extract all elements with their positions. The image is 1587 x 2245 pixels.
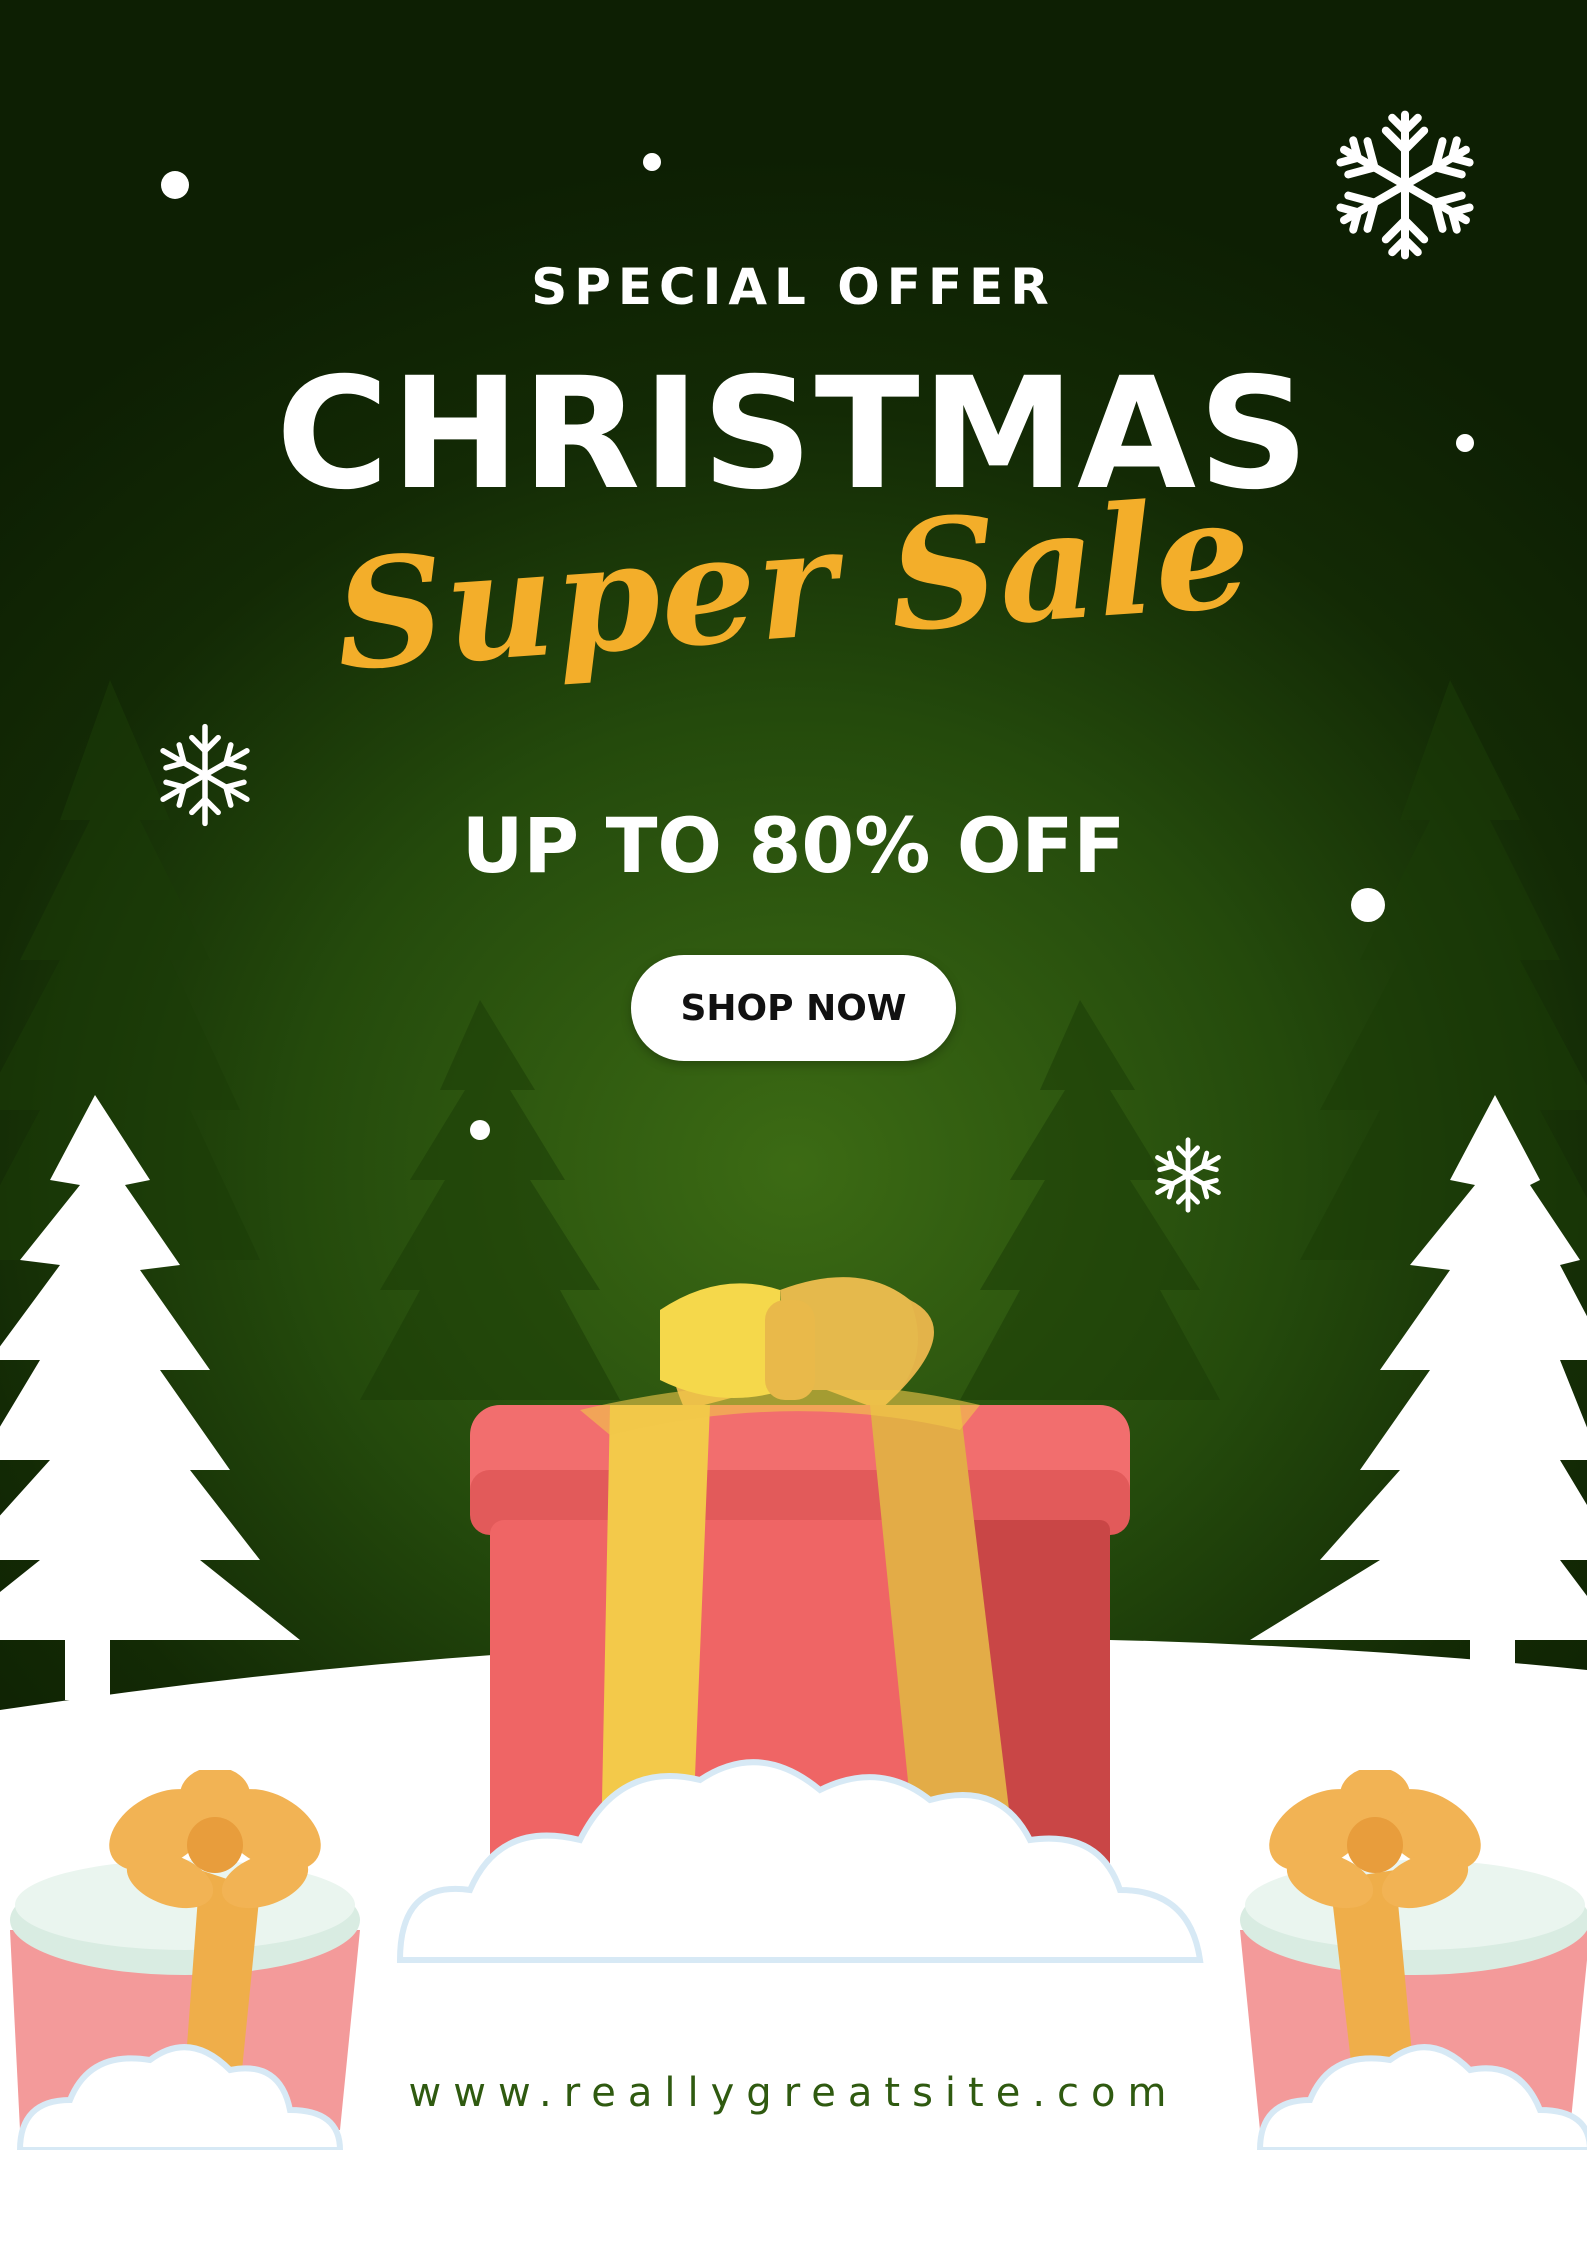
snow-clouds <box>0 1759 1587 2245</box>
discount-text: UP TO 80% OFF <box>461 801 1126 890</box>
special-offer-label: SPECIAL OFFER <box>531 258 1056 316</box>
christmas-sale-poster: SPECIAL OFFER CHRISTMAS Super Sale UP TO… <box>0 0 1587 2245</box>
shop-now-button[interactable]: SHOP NOW <box>631 955 956 1061</box>
website-url[interactable]: www.reallygreatsite.com <box>0 2070 1587 2116</box>
